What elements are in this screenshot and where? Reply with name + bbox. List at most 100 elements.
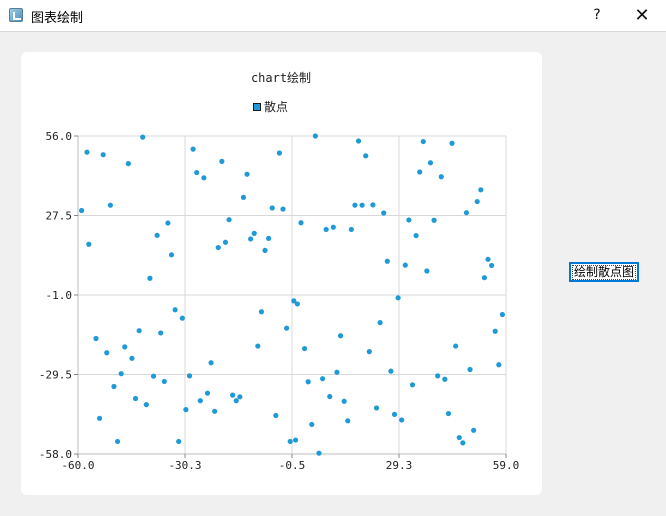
scatter-point [352, 202, 358, 208]
scatter-point [499, 311, 506, 318]
scatter-point [471, 427, 477, 433]
scatter-point [341, 398, 347, 404]
scatter-point [132, 395, 139, 402]
scatter-point [244, 171, 250, 177]
scatter-point [280, 206, 286, 212]
scatter-point [190, 146, 196, 152]
scatter-point [366, 349, 372, 355]
scatter-point [456, 434, 462, 441]
scatter-point [158, 330, 164, 336]
y-tick-label: 56.0 [46, 130, 73, 143]
scatter-point [161, 378, 167, 385]
scatter-point [391, 411, 398, 417]
scatter-point [337, 333, 344, 339]
x-tick-label: -30.3 [168, 459, 201, 472]
y-tick-label: -1.0 [46, 289, 73, 302]
legend-marker [253, 103, 261, 111]
scatter-point [194, 169, 200, 176]
scatter-point [309, 421, 315, 428]
scatter-point [262, 247, 268, 253]
scatter-point [186, 373, 193, 379]
scatter-point [276, 150, 283, 156]
scatter-point [96, 415, 103, 421]
scatter-point [100, 152, 106, 158]
scatter-point [431, 217, 437, 223]
scatter-point [107, 202, 113, 208]
scatter-point [183, 407, 189, 413]
scatter-point [370, 202, 376, 208]
close-button[interactable]: ✕ [619, 0, 665, 31]
scatter-point [373, 405, 380, 411]
scatter-point [323, 226, 329, 233]
scatter-point [222, 239, 229, 245]
scatter-point [424, 268, 430, 274]
x-tick-label: -0.5 [279, 459, 306, 472]
draw-scatter-button[interactable]: 绘制散点图 [569, 262, 639, 282]
scatter-point [129, 355, 135, 361]
scatter-point [377, 320, 383, 326]
scatter-point [240, 194, 247, 200]
scatter-point [449, 140, 455, 146]
scatter-point [208, 360, 214, 366]
scatter-point [388, 368, 394, 374]
help-button[interactable]: ? [574, 0, 620, 31]
scatter-point [330, 224, 336, 230]
scatter-point [438, 174, 444, 180]
scatter-point [86, 241, 92, 247]
scatter-point [150, 373, 157, 379]
scatter-point [201, 175, 207, 181]
scatter-point [122, 344, 128, 350]
scatter-point [287, 438, 293, 445]
scatter-point [327, 393, 333, 400]
scatter-point [359, 202, 365, 208]
scatter-point [104, 350, 110, 356]
scatter-point [219, 158, 225, 164]
scatter-point [292, 437, 299, 443]
scatter-point [136, 328, 142, 334]
scatter-point [197, 398, 203, 404]
scatter-point [237, 394, 243, 400]
scatter-point [266, 235, 272, 241]
scatter-point [301, 345, 308, 352]
scatter-point [406, 217, 412, 223]
scatter-point [463, 210, 470, 216]
scatter-point [251, 230, 257, 236]
scatter-point [284, 325, 290, 331]
window-title: 图表绘制 [31, 11, 84, 26]
x-tick-label: 29.3 [386, 459, 413, 472]
scatter-point [319, 376, 326, 382]
y-tick-label: -58.0 [39, 448, 72, 461]
legend-label: 散点 [264, 99, 288, 114]
scatter-point [395, 295, 401, 301]
scatter-point [165, 220, 171, 226]
scatter-point [204, 390, 211, 396]
chart-app-icon [9, 8, 23, 22]
scatter-point [212, 408, 218, 414]
scatter-point [402, 262, 408, 268]
scatter-point [305, 379, 311, 385]
scatter-point [140, 134, 146, 140]
scatter-point [409, 382, 416, 388]
scatter-point [248, 236, 254, 242]
scatter-point [445, 410, 452, 417]
scatter-point [467, 366, 473, 373]
scatter-point [111, 383, 117, 390]
scatter-point [489, 262, 495, 269]
scatter-point [312, 133, 318, 139]
scatter-point [215, 244, 221, 251]
scatter-point [294, 301, 300, 307]
scatter-point [474, 198, 480, 205]
scatter-point [435, 373, 441, 379]
scatter-point [399, 417, 405, 423]
scatter-point [179, 315, 185, 321]
chart-panel: chart绘制 散点 -60.0 -30.3 -0.5 29.3 59.0 56.0 27.5-… [21, 52, 542, 495]
scatter-point [453, 343, 459, 349]
scatter-point [460, 440, 466, 446]
scatter-point [481, 275, 488, 281]
scatter-point [118, 371, 124, 377]
scatter-point [226, 217, 232, 223]
scatter-point [93, 335, 99, 342]
scatter-point [442, 376, 448, 382]
scatter-point [258, 309, 265, 315]
scatter-point [273, 412, 279, 419]
